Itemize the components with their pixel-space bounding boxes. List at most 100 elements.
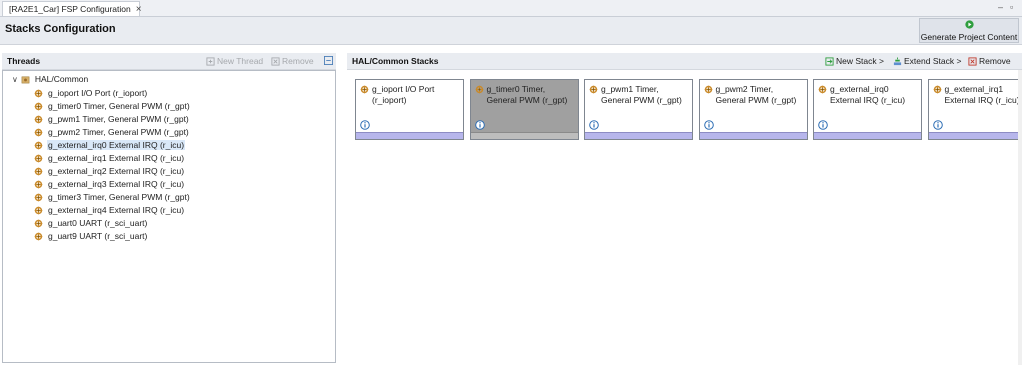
module-label: g_timer0 Timer, General PWM (r_gpt)	[486, 84, 568, 105]
tree-item[interactable]: g_uart0 UART (r_sci_uart)	[34, 217, 148, 229]
info-icon[interactable]	[818, 120, 828, 130]
module-label: g_ioport I/O Port (r_ioport)	[372, 84, 435, 105]
tree-item-label: g_pwm2 Timer, General PWM (r_gpt)	[48, 127, 189, 137]
minimize-icon[interactable]: –	[998, 2, 1003, 12]
vertical-scrollbar[interactable]	[1018, 70, 1022, 365]
tree-item[interactable]: g_external_irq1 External IRQ (r_icu)	[34, 152, 185, 164]
module-status-bar	[470, 132, 578, 139]
stacks-title: HAL/Common Stacks	[352, 56, 439, 66]
tree-item-label: g_external_irq0 External IRQ (r_icu)	[47, 140, 186, 150]
component-icon	[34, 206, 43, 214]
extend-stack-button[interactable]: Extend Stack >	[893, 56, 961, 66]
component-icon	[34, 167, 43, 175]
component-icon	[34, 180, 43, 188]
component-icon	[34, 89, 43, 97]
tree-item[interactable]: g_external_irq0 External IRQ (r_icu)	[34, 139, 186, 151]
tree-item-label: g_external_irq1 External IRQ (r_icu)	[48, 153, 185, 163]
page-title: Stacks Configuration	[5, 23, 116, 35]
component-icon	[704, 85, 712, 94]
new-thread-icon	[206, 56, 215, 66]
editor-tab-bar: [RA2E1_Car] FSP Configuration × – ▫	[0, 0, 1022, 17]
tree-item[interactable]: g_ioport I/O Port (r_ioport)	[34, 87, 148, 99]
component-icon	[933, 85, 941, 94]
remove-thread-button[interactable]: Remove	[271, 56, 314, 66]
tree-item[interactable]: g_external_irq2 External IRQ (r_icu)	[34, 165, 185, 177]
generate-project-content-button[interactable]: Generate Project Content	[919, 18, 1019, 43]
remove-icon	[968, 56, 977, 66]
component-icon	[818, 85, 827, 94]
tree-item[interactable]: g_external_irq4 External IRQ (r_icu)	[34, 204, 185, 216]
stacks-canvas: g_ioport I/O Port (r_ioport) g_timer0 Tim…	[347, 70, 1022, 365]
threads-tree: ∨ HAL/Common g_ioport I/O Port (r_ioport…	[2, 70, 336, 363]
component-icon	[34, 154, 43, 162]
info-icon[interactable]	[932, 120, 943, 130]
tree-item-label: g_ioport I/O Port (r_ioport)	[48, 88, 148, 98]
tree-item-label: g_external_irq2 External IRQ (r_icu)	[48, 166, 185, 176]
tree-item[interactable]: g_timer0 Timer, General PWM (r_gpt)	[34, 100, 191, 112]
tree-item[interactable]: g_uart9 UART (r_sci_uart)	[34, 230, 148, 242]
tree-item[interactable]: g_external_irq3 External IRQ (r_icu)	[34, 178, 185, 190]
module-label: g_external_irq0 External IRQ (r_icu)	[830, 84, 906, 105]
module-status-bar	[699, 132, 807, 139]
tree-root-label: HAL/Common	[34, 74, 89, 84]
tree-item[interactable]: g_timer3 Timer, General PWM (r_gpt)	[34, 191, 191, 203]
component-icon	[34, 219, 43, 227]
tree-item-label: g_external_irq4 External IRQ (r_icu)	[48, 205, 185, 215]
tree-item[interactable]: g_pwm1 Timer, General PWM (r_gpt)	[34, 113, 190, 125]
info-icon[interactable]	[360, 120, 370, 130]
new-stack-button[interactable]: New Stack >	[825, 56, 884, 66]
component-icon	[589, 85, 598, 94]
close-icon[interactable]: ×	[136, 4, 142, 15]
stack-module-card[interactable]: g_timer0 Timer, General PWM (r_gpt)	[469, 79, 579, 140]
info-icon[interactable]	[703, 120, 714, 130]
extend-stack-icon	[893, 56, 902, 65]
info-icon[interactable]	[474, 120, 485, 130]
info-icon[interactable]	[589, 120, 599, 130]
stacks-panel-header: HAL/Common Stacks New Stack > Extend Sta…	[347, 53, 1022, 70]
stack-module-card[interactable]: g_ioport I/O Port (r_ioport)	[355, 79, 464, 140]
collapse-all-icon[interactable]	[324, 56, 333, 65]
new-thread-label: New Thread	[217, 56, 264, 66]
tree-item-label: g_uart9 UART (r_sci_uart)	[48, 231, 148, 241]
component-icon	[475, 85, 483, 94]
tree-item-label: g_uart0 UART (r_sci_uart)	[48, 218, 148, 228]
remove-icon	[271, 56, 280, 66]
chevron-down-icon[interactable]: ∨	[12, 75, 18, 84]
module-status-bar	[928, 132, 1022, 139]
tree-root-hal-common[interactable]: ∨ HAL/Common	[12, 74, 89, 84]
extend-stack-label: Extend Stack >	[904, 56, 962, 66]
component-icon	[34, 128, 43, 136]
new-stack-label: New Stack >	[836, 56, 884, 66]
new-stack-icon	[825, 56, 834, 66]
stack-module-card[interactable]: g_pwm1 Timer, General PWM (r_gpt)	[584, 79, 693, 140]
stack-module-card[interactable]: g_pwm2 Timer, General PWM (r_gpt)	[698, 79, 808, 140]
module-status-bar	[585, 132, 692, 139]
component-icon	[34, 141, 43, 149]
component-icon	[360, 85, 369, 94]
folder-icon	[21, 76, 30, 83]
threads-title: Threads	[7, 56, 41, 66]
stack-module-card[interactable]: g_external_irq1 External IRQ (r_icu)	[927, 79, 1022, 140]
module-status-bar	[356, 132, 463, 139]
module-label: g_pwm2 Timer, General PWM (r_gpt)	[715, 84, 797, 105]
page-header: Stacks Configuration Generate Project Co…	[0, 17, 1022, 45]
tree-item-label: g_timer3 Timer, General PWM (r_gpt)	[48, 192, 190, 202]
tab-fsp-configuration[interactable]: [RA2E1_Car] FSP Configuration ×	[2, 1, 142, 16]
tree-item-label: g_timer0 Timer, General PWM (r_gpt)	[48, 101, 190, 111]
module-status-bar	[814, 132, 921, 139]
stack-module-card[interactable]: g_external_irq0 External IRQ (r_icu)	[813, 79, 922, 140]
threads-panel-header: Threads New Thread Remove	[2, 53, 336, 70]
remove-stack-label: Remove	[979, 56, 1011, 66]
maximize-icon[interactable]: ▫	[1010, 2, 1013, 12]
component-icon	[34, 115, 43, 123]
tree-item-label: g_external_irq3 External IRQ (r_icu)	[48, 179, 185, 189]
generate-label: Generate Project Content	[920, 32, 1018, 42]
new-thread-button[interactable]: New Thread	[206, 56, 263, 66]
tab-title: [RA2E1_Car] FSP Configuration	[9, 4, 131, 14]
tree-item-label: g_pwm1 Timer, General PWM (r_gpt)	[48, 114, 189, 124]
tree-item[interactable]: g_pwm2 Timer, General PWM (r_gpt)	[34, 126, 190, 138]
component-icon	[34, 102, 43, 110]
component-icon	[34, 232, 43, 240]
remove-thread-label: Remove	[282, 56, 314, 66]
remove-stack-button[interactable]: Remove	[968, 56, 1011, 66]
